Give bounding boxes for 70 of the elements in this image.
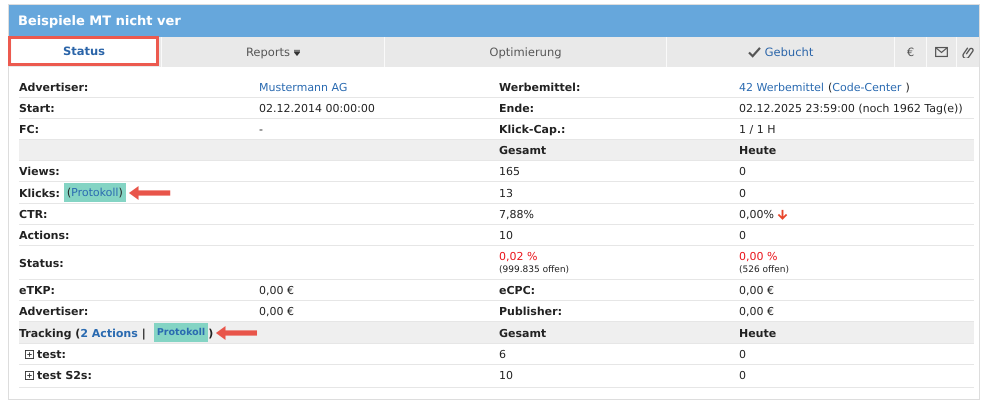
field-label: Gesamt (499, 326, 546, 340)
link[interactable]: Code-Center (832, 80, 902, 95)
field-label: Gesamt (499, 143, 546, 158)
field-label: Advertiser: (19, 304, 88, 319)
field-value: ) (905, 80, 910, 95)
field-label: Start: (19, 101, 55, 116)
paperclip-icon (962, 46, 974, 58)
panel-title: Beispiele MT nicht ver (18, 14, 181, 28)
envelope-icon (935, 46, 948, 58)
field-value: 1 / 1 H (739, 122, 776, 137)
link[interactable]: Protokoll (156, 325, 206, 340)
field-label: Publisher: (499, 304, 562, 319)
field-value: 13 (499, 186, 513, 200)
field-value: 7,88% (499, 207, 534, 222)
field-label: Advertiser: (19, 80, 88, 95)
field-value: 02.12.2014 00:00:00 (259, 101, 375, 116)
tab[interactable]: Reports (161, 37, 384, 67)
field-value: 6 (499, 347, 506, 362)
field-label: Heute (739, 326, 776, 340)
field-label: Ende: (499, 101, 534, 116)
field-label: eTKP: (19, 283, 55, 298)
field-value: 10 (499, 228, 513, 243)
link[interactable]: 42 Werbemittel (739, 80, 824, 95)
field-label: | (142, 326, 146, 340)
field-label: Klick-Cap.: (499, 122, 566, 137)
field-label: Tracking ( (19, 326, 80, 340)
note-text: (999.835 offen) (499, 264, 570, 277)
tab[interactable]: € (894, 37, 926, 67)
caret-icon (294, 48, 300, 56)
link[interactable]: Mustermann AG (259, 80, 348, 95)
field-label: test S2s: (37, 368, 92, 383)
status-value: 0,02 % (499, 249, 538, 264)
note-text: (526 offen) (739, 264, 790, 277)
tab[interactable]: Optimierung (384, 37, 666, 67)
field-value: ( (828, 80, 832, 95)
expand-icon[interactable] (25, 350, 34, 359)
field-label: test: (37, 347, 66, 362)
field-label: Status: (19, 256, 64, 270)
field-label: Klicks: (19, 186, 60, 200)
field-value: 0 (739, 228, 746, 243)
status-value: 0,00 % (739, 249, 778, 264)
field-value: 0,00 € (739, 283, 774, 298)
field-value: 165 (499, 164, 520, 179)
field-value: 0 (739, 164, 746, 179)
field-value: 0,00 € (259, 283, 294, 298)
field-label: CTR: (19, 207, 48, 222)
field-label: ) (208, 326, 214, 340)
field-label: Werbemittel: (499, 80, 580, 95)
field-label: eCPC: (499, 283, 536, 298)
field-value: ( (66, 185, 72, 200)
field-value: ) (118, 185, 123, 200)
expand-icon[interactable] (25, 371, 34, 380)
field-label: Actions: (19, 228, 70, 243)
field-label: Views: (19, 164, 60, 179)
tab[interactable]: Gebucht (666, 37, 894, 67)
link[interactable]: Protokoll (71, 185, 118, 200)
field-value: 02.12.2025 23:59:00 (noch 1962 Tag(e)) (739, 101, 963, 116)
field-value: 0,00 € (739, 304, 774, 319)
check-icon (748, 46, 761, 58)
field-label: FC: (19, 122, 39, 137)
field-value: 10 (499, 368, 513, 383)
tab[interactable]: Status (11, 39, 156, 63)
field-value: 0,00% (739, 207, 774, 222)
field-value: 0 (739, 347, 746, 362)
field-value: 0 (739, 368, 746, 383)
field-value: - (259, 122, 263, 137)
field-value: 0 (739, 186, 746, 200)
field-value: 0,00 € (259, 304, 294, 319)
field-label: Heute (739, 143, 776, 158)
link[interactable]: 2 Actions (80, 326, 138, 340)
